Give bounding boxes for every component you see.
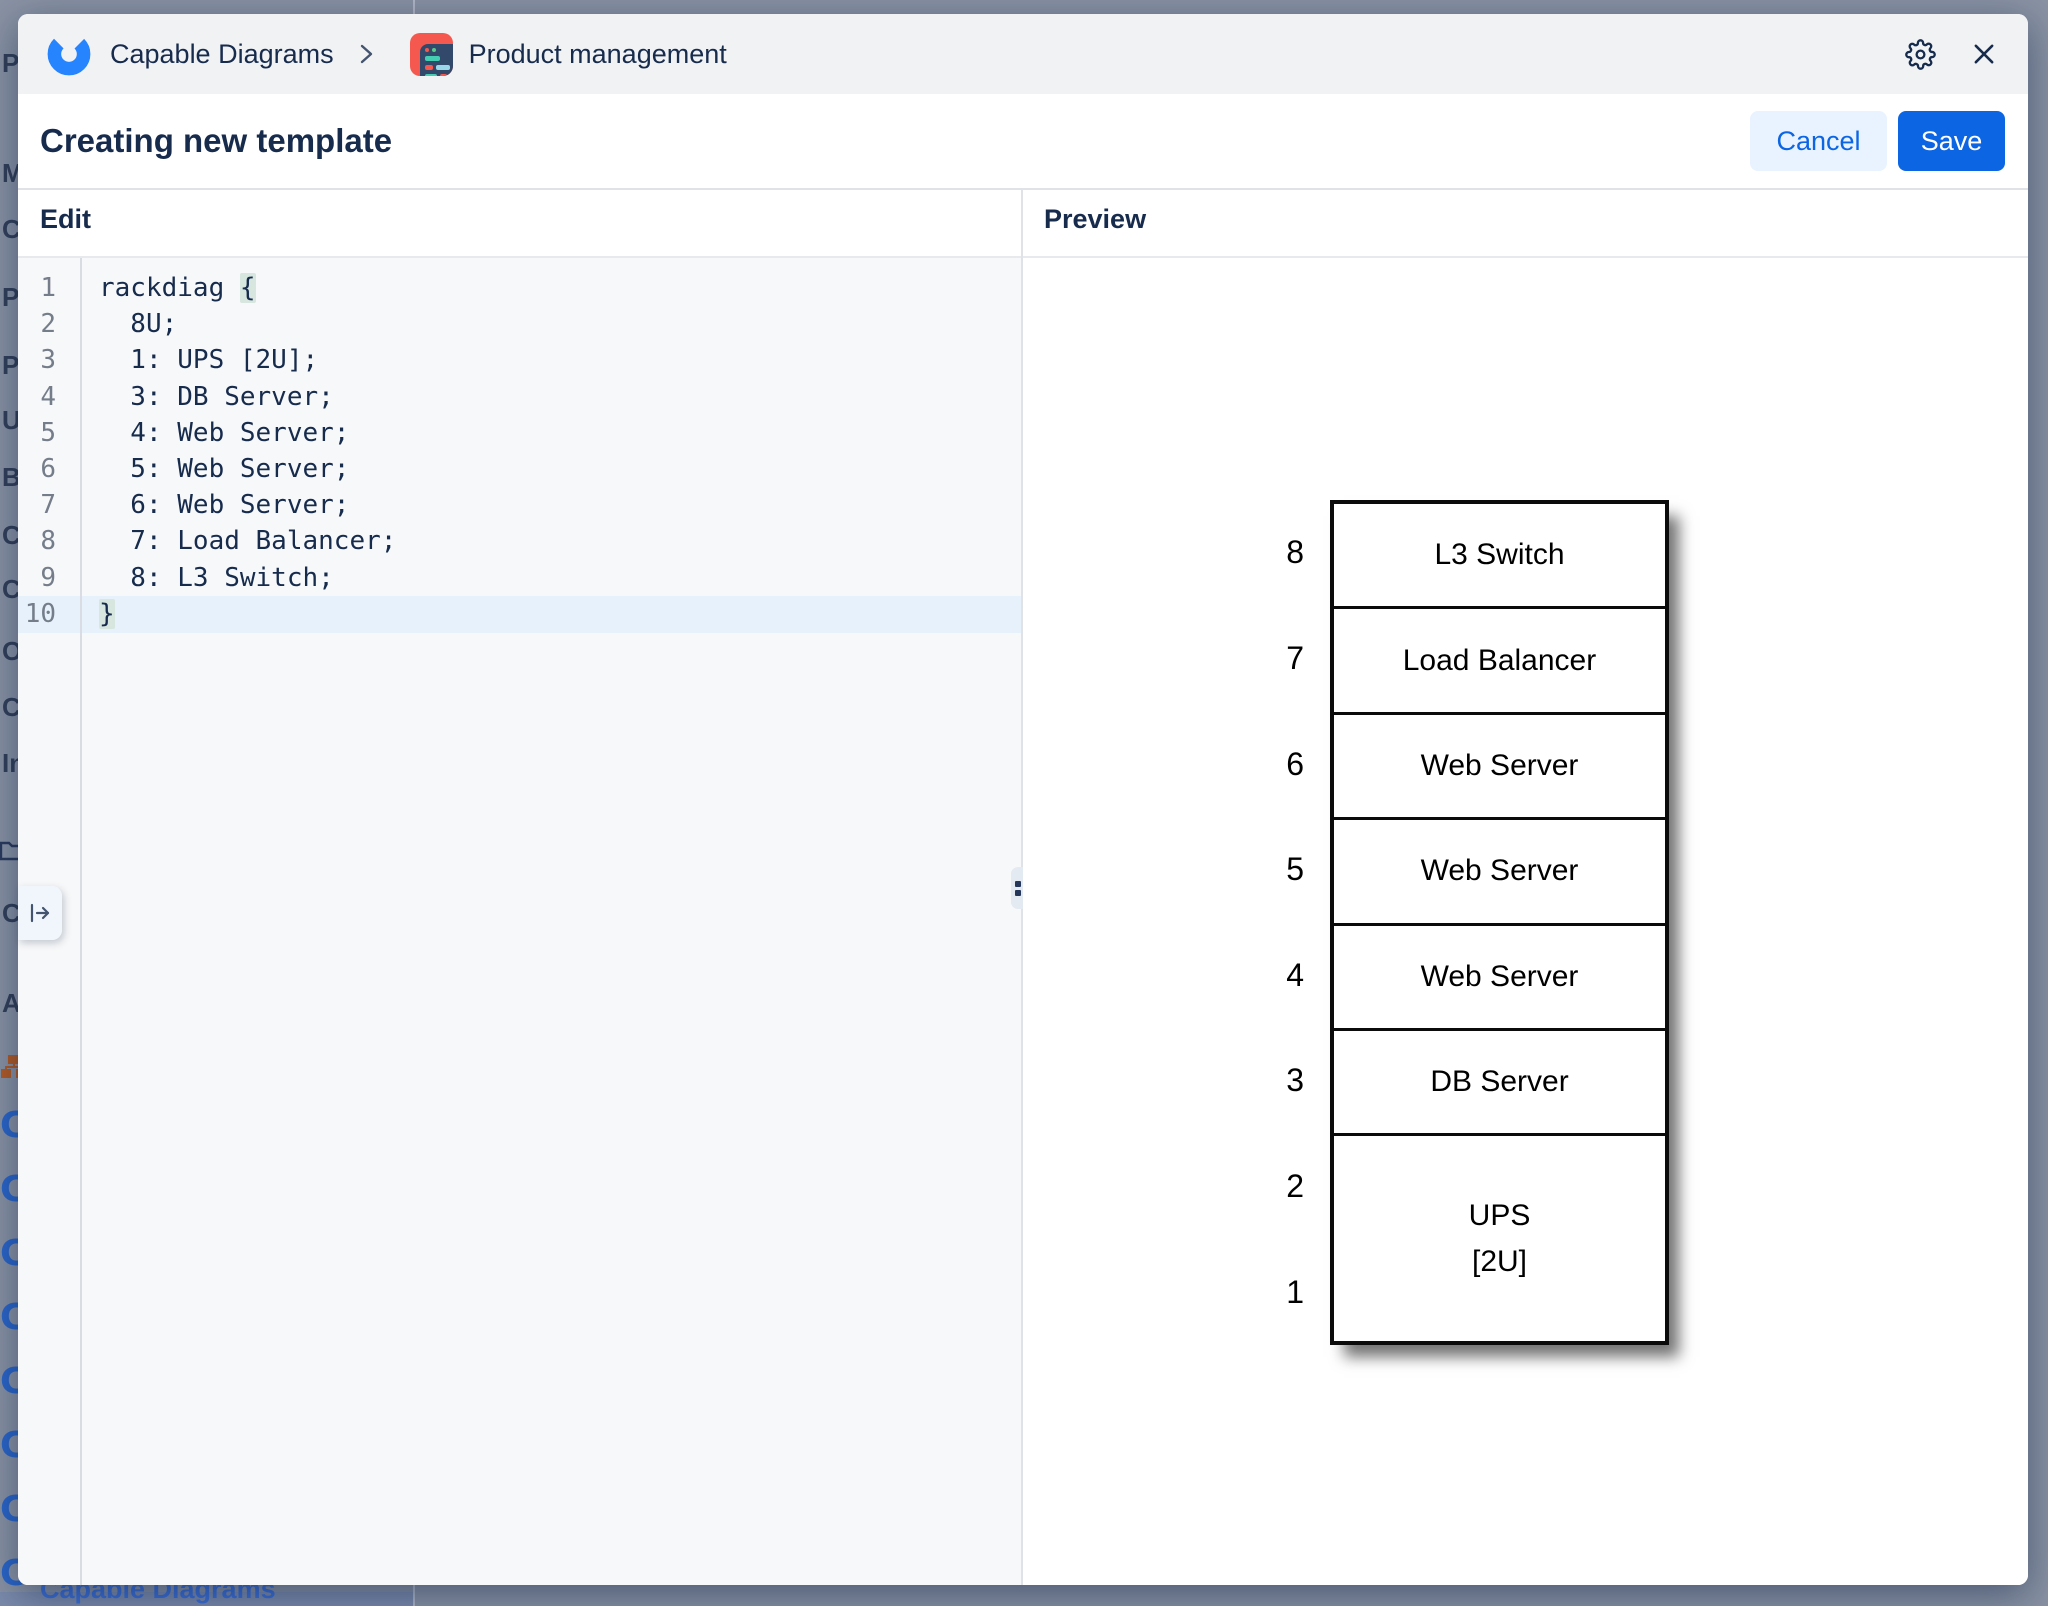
line-number: 9 xyxy=(40,562,56,593)
rack-slot: DB Server xyxy=(1334,1027,1665,1133)
rack-unit-number: 5 xyxy=(1286,851,1304,888)
line-number: 6 xyxy=(40,453,56,484)
rack-slot: Web Server xyxy=(1334,922,1665,1028)
modal-title-row: Creating new template Cancel Save xyxy=(18,94,2028,188)
line-number: 7 xyxy=(40,490,56,521)
rack-diagram: L3 Switch Load Balancer Web Server Web S… xyxy=(1330,500,1669,1345)
code-editor[interactable]: 1 2 3 4 5 6 7 8 9 10 rackdiag { 8U; 1: U… xyxy=(18,258,1022,1585)
line-number: 2 xyxy=(40,309,56,340)
rack-unit-number: 8 xyxy=(1286,534,1304,571)
code-line[interactable]: } xyxy=(99,596,1022,632)
rack-slot-2u: UPS [2U] xyxy=(1334,1133,1665,1341)
line-number: 3 xyxy=(40,345,56,376)
template-editor-modal: Capable Diagrams Product management Crea… xyxy=(18,14,2028,1585)
breadcrumb-page-name[interactable]: Product management xyxy=(469,39,727,70)
pane-headers: Edit Preview xyxy=(18,188,2028,258)
rack-slot: Web Server xyxy=(1334,817,1665,922)
background-divider-top xyxy=(413,0,415,14)
line-number: 5 xyxy=(40,417,56,448)
close-icon xyxy=(1974,44,1994,64)
line-number: 10 xyxy=(24,598,56,629)
breadcrumb-app-name[interactable]: Capable Diagrams xyxy=(110,39,334,70)
rack-unit-numbers: 8 7 6 5 4 3 2 1 xyxy=(1228,500,1304,1345)
edit-pane-label: Edit xyxy=(40,204,91,234)
page-title: Creating new template xyxy=(40,122,393,159)
code-line[interactable]: 5: Web Server; xyxy=(99,451,1022,487)
rack-unit-number: 2 xyxy=(1286,1168,1304,1205)
capable-diagrams-logo-icon xyxy=(47,32,91,76)
line-number: 4 xyxy=(40,381,56,412)
rack-slot: Web Server xyxy=(1334,711,1665,817)
rack-unit-number: 7 xyxy=(1286,639,1304,676)
modal-header: Capable Diagrams Product management xyxy=(18,14,2028,94)
code-line[interactable]: 4: Web Server; xyxy=(99,415,1022,451)
code-line[interactable]: 1: UPS [2U]; xyxy=(99,342,1022,378)
code-line[interactable]: 3: DB Server; xyxy=(99,379,1022,415)
product-management-icon xyxy=(409,32,453,76)
settings-button[interactable] xyxy=(1905,38,1936,70)
code-content[interactable]: rackdiag { 8U; 1: UPS [2U]; 3: DB Server… xyxy=(84,258,1022,1585)
code-line[interactable]: 8U; xyxy=(99,306,1022,342)
line-number: 8 xyxy=(40,526,56,557)
rack-unit-number: 3 xyxy=(1286,1062,1304,1099)
gear-icon xyxy=(1905,38,1936,70)
panel-expand-icon xyxy=(30,903,50,923)
rack-unit-number: 1 xyxy=(1286,1273,1304,1310)
code-line[interactable]: 6: Web Server; xyxy=(99,487,1022,523)
preview-pane-label: Preview xyxy=(1044,204,1147,234)
rack-unit-number: 4 xyxy=(1286,956,1304,993)
expand-panel-button[interactable] xyxy=(18,886,62,940)
background-divider-bottom xyxy=(413,1585,415,1606)
code-line[interactable]: 7: Load Balancer; xyxy=(99,523,1022,559)
chevron-right-icon xyxy=(356,42,376,66)
line-number: 1 xyxy=(40,273,56,303)
screen: Pr M Cl Pr Pr UI By Ca Ca O Cl In C AP C… xyxy=(0,0,2048,1606)
save-button[interactable]: Save xyxy=(1898,111,2005,171)
code-line[interactable]: 8: L3 Switch; xyxy=(99,560,1022,596)
rack-slot: L3 Switch xyxy=(1434,538,1565,572)
cancel-button[interactable]: Cancel xyxy=(1750,111,1887,171)
rack-slot: Load Balancer xyxy=(1334,606,1665,711)
rack-unit-number: 6 xyxy=(1286,745,1304,782)
code-line[interactable]: rackdiag { xyxy=(99,270,1022,306)
close-button[interactable] xyxy=(1970,40,1998,68)
